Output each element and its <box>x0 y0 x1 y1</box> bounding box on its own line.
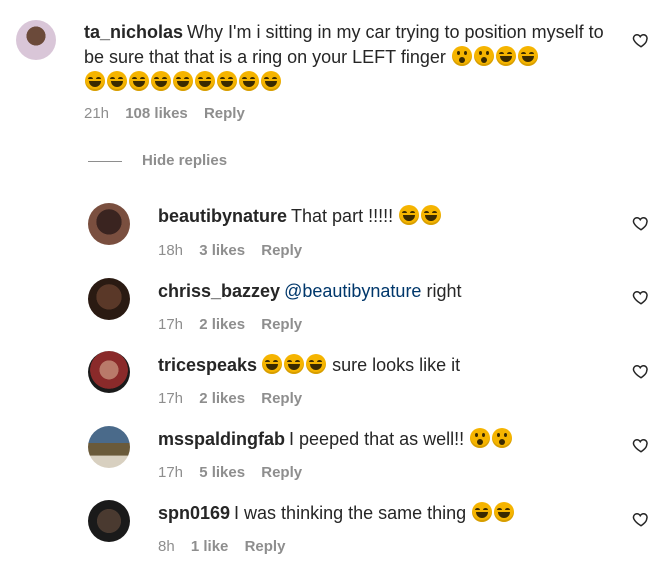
comment-meta: 17h 5 likes Reply <box>158 464 314 481</box>
comment-time: 18h <box>158 242 184 259</box>
reply-button[interactable]: Reply <box>261 242 302 259</box>
comment-text: beautibynature That part !!!!! <box>158 204 618 229</box>
mention-link[interactable]: @beautibynature <box>284 281 421 301</box>
heart-icon[interactable] <box>632 362 650 380</box>
comment-username[interactable]: tricespeaks <box>158 355 257 375</box>
face-with-tears-of-joy-emoji <box>217 71 237 91</box>
comment-time: 17h <box>158 316 184 333</box>
likes-count[interactable]: 3 likes <box>199 242 245 259</box>
likes-count[interactable]: 108 likes <box>125 105 188 122</box>
heart-icon[interactable] <box>632 288 650 306</box>
face-with-tears-of-joy-emoji <box>284 354 305 374</box>
face-with-tears-of-joy-emoji <box>306 354 327 374</box>
comment-meta: 17h 2 likes Reply <box>158 390 314 407</box>
avatar[interactable] <box>88 351 130 393</box>
comment-username[interactable]: spn0169 <box>158 503 230 523</box>
comment-body: sure looks like it <box>332 355 461 375</box>
comment-text: ta_nicholas Why I'm i sitting in my car t… <box>84 20 624 95</box>
astonished-face-emoji <box>492 428 513 448</box>
comment-time: 8h <box>158 538 175 555</box>
face-with-tears-of-joy-emoji <box>195 71 215 91</box>
reply-button[interactable]: Reply <box>261 390 302 407</box>
heart-icon[interactable] <box>632 510 650 528</box>
avatar[interactable] <box>88 426 130 468</box>
comment-meta: 17h 2 likes Reply <box>158 316 314 333</box>
face-with-tears-of-joy-emoji <box>239 71 259 91</box>
face-with-tears-of-joy-emoji <box>517 46 538 66</box>
comment-meta: 8h 1 like Reply <box>158 538 297 555</box>
likes-count[interactable]: 5 likes <box>199 464 245 481</box>
face-with-tears-of-joy-emoji <box>494 502 515 522</box>
face-with-tears-of-joy-emoji <box>421 205 442 225</box>
comment-meta: 21h 108 likes Reply <box>84 105 257 122</box>
face-with-tears-of-joy-emoji <box>261 71 281 91</box>
astonished-face-emoji <box>451 46 472 66</box>
comment-time: 17h <box>158 464 184 481</box>
face-with-tears-of-joy-emoji <box>399 205 420 225</box>
face-with-tears-of-joy-emoji <box>151 71 171 91</box>
heart-icon[interactable] <box>632 214 650 232</box>
reply-button[interactable]: Reply <box>261 316 302 333</box>
hide-replies-label: Hide replies <box>142 152 228 169</box>
heart-icon[interactable] <box>632 436 650 454</box>
comment-time: 17h <box>158 390 184 407</box>
face-with-tears-of-joy-emoji <box>85 71 105 91</box>
comment-text: tricespeaks sure looks like it <box>158 353 618 378</box>
reply-button[interactable]: Reply <box>261 464 302 481</box>
face-with-tears-of-joy-emoji <box>107 71 127 91</box>
face-with-tears-of-joy-emoji <box>495 46 516 66</box>
comment-time: 21h <box>84 105 110 122</box>
comment-body: right <box>426 281 462 301</box>
divider <box>88 160 122 162</box>
likes-count[interactable]: 1 like <box>191 538 229 555</box>
face-with-tears-of-joy-emoji <box>173 71 193 91</box>
comment-username[interactable]: ta_nicholas <box>84 22 183 42</box>
avatar[interactable] <box>88 500 130 542</box>
reply-button[interactable]: Reply <box>204 105 245 122</box>
comment-body: I was thinking the same thing <box>234 503 467 523</box>
comment-text: msspaldingfab I peeped that as well!! <box>158 427 618 452</box>
comment-text: chriss_bazzey @beautibynature right <box>158 279 618 304</box>
face-with-tears-of-joy-emoji <box>262 354 283 374</box>
heart-icon[interactable] <box>632 31 650 49</box>
face-with-tears-of-joy-emoji <box>472 502 493 522</box>
likes-count[interactable]: 2 likes <box>199 316 245 333</box>
astonished-face-emoji <box>473 46 494 66</box>
likes-count[interactable]: 2 likes <box>199 390 245 407</box>
comment-body: I peeped that as well!! <box>289 429 465 449</box>
reply-button[interactable]: Reply <box>245 538 286 555</box>
hide-replies-button[interactable]: Hide replies <box>88 152 227 169</box>
comment-body: That part !!!!! <box>291 206 394 226</box>
avatar[interactable] <box>16 20 56 60</box>
astonished-face-emoji <box>470 428 491 448</box>
face-with-tears-of-joy-emoji <box>129 71 149 91</box>
avatar[interactable] <box>88 278 130 320</box>
avatar[interactable] <box>88 203 130 245</box>
comment-username[interactable]: chriss_bazzey <box>158 281 280 301</box>
comment-username[interactable]: msspaldingfab <box>158 429 285 449</box>
comment-username[interactable]: beautibynature <box>158 206 287 226</box>
comment-meta: 18h 3 likes Reply <box>158 242 314 259</box>
comment-text: spn0169 I was thinking the same thing <box>158 501 618 526</box>
